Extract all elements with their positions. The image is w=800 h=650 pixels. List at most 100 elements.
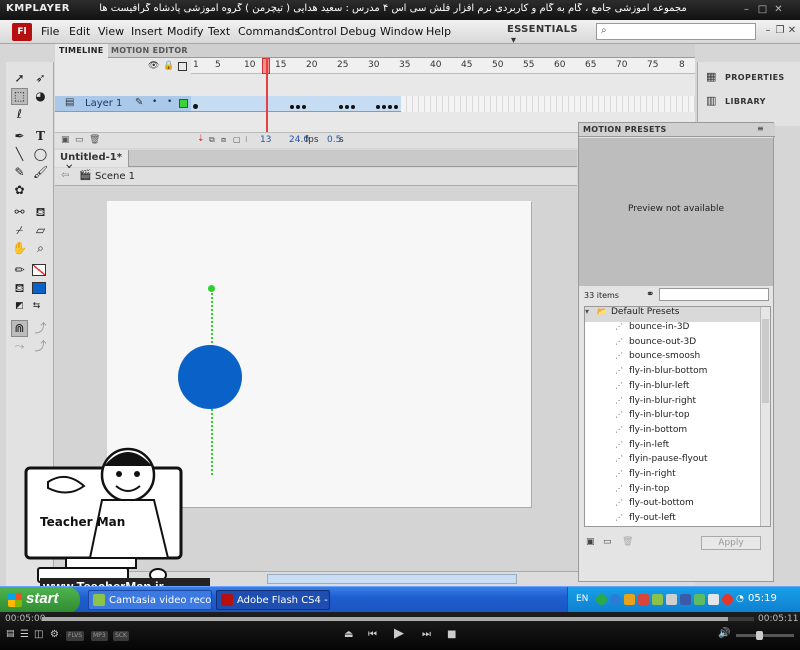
workspace-switcher[interactable]: ESSENTIALS ▾ xyxy=(507,24,585,46)
menu-control[interactable]: Control xyxy=(297,25,337,38)
text-tool-icon[interactable]: T xyxy=(32,128,49,145)
onion-outline-icon[interactable]: ⧈ xyxy=(221,135,226,145)
start-button[interactable]: start xyxy=(0,587,80,613)
tray-icon[interactable] xyxy=(638,594,649,605)
eyedropper-tool-icon[interactable]: ⌿ xyxy=(11,222,28,239)
bone-tool-icon[interactable]: ⚯ xyxy=(11,204,28,221)
play-icon[interactable]: ▶ xyxy=(394,626,404,641)
lock-dot-icon[interactable]: • xyxy=(167,97,172,107)
list-item[interactable]: ⋰ flyin-pause-flyout xyxy=(585,454,760,469)
previous-icon[interactable]: ⏮ xyxy=(368,629,377,640)
menu-view[interactable]: View xyxy=(98,25,124,38)
selection-tool-icon[interactable]: ➚ xyxy=(11,70,28,87)
preset-filter-input[interactable] xyxy=(659,288,769,301)
motion-presets-header[interactable]: MOTION PRESETS ≡ xyxy=(579,123,775,137)
center-frame-icon[interactable]: ⇣ xyxy=(197,134,205,144)
menu-commands[interactable]: Commands xyxy=(238,25,300,38)
language-indicator[interactable]: EN xyxy=(576,594,588,604)
apply-button[interactable]: Apply xyxy=(701,536,761,550)
line-tool-icon[interactable]: ╲ xyxy=(11,146,28,163)
keyframe[interactable] xyxy=(345,105,349,109)
scene-name[interactable]: Scene 1 xyxy=(95,171,135,182)
menu-edit[interactable]: Edit xyxy=(69,25,90,38)
eye-icon[interactable]: 👁 xyxy=(148,61,159,71)
current-frame[interactable]: 13 xyxy=(260,135,271,145)
properties-panel-button[interactable]: ▦ PROPERTIES xyxy=(706,70,785,88)
snap-icon[interactable]: ⤴ xyxy=(32,320,49,337)
deco-tool-icon[interactable]: ✿ xyxy=(11,182,28,199)
list-item[interactable]: ⋰ bounce-in-3D xyxy=(585,322,760,337)
library-panel-button[interactable]: ▥ LIBRARY xyxy=(706,94,766,112)
player-minimize-icon[interactable]: – xyxy=(740,3,753,16)
zoom-tool-icon[interactable]: ⌕ xyxy=(32,240,49,257)
new-layer-icon[interactable]: ▣ xyxy=(61,135,70,145)
volume-slider[interactable] xyxy=(736,631,794,640)
list-item[interactable]: ⋰ fly-in-right xyxy=(585,469,760,484)
system-clock[interactable]: 05:19 xyxy=(748,593,777,604)
onion-markers-icon[interactable]: ⁝ xyxy=(245,135,248,144)
fill-color-icon[interactable]: ⛾ xyxy=(11,280,28,297)
save-preset-icon[interactable]: ▣ xyxy=(586,537,595,547)
list-item[interactable]: ⋰ fly-out-left xyxy=(585,513,760,526)
tray-icon[interactable] xyxy=(596,594,607,605)
list-item[interactable]: ⋰ fly-in-blur-right xyxy=(585,396,760,411)
brush-tool-icon[interactable]: 🖌 xyxy=(32,164,49,181)
trash-icon[interactable]: 🗑 xyxy=(89,135,100,145)
keyframe[interactable] xyxy=(376,105,380,109)
paint-bucket-tool-icon[interactable]: ⛾ xyxy=(32,204,49,221)
next-icon[interactable]: ⏭ xyxy=(422,629,431,640)
object-drawing-icon[interactable]: ⋒ xyxy=(11,320,28,337)
keyframe[interactable] xyxy=(382,105,386,109)
onion-skin-icon[interactable]: ⧉ xyxy=(209,135,215,145)
close-icon[interactable]: ✕ xyxy=(786,25,798,37)
keyframe[interactable] xyxy=(193,104,198,109)
document-tab[interactable]: Untitled-1* ✕ xyxy=(55,150,129,174)
menu-icon[interactable]: ▤ xyxy=(6,629,15,639)
list-item[interactable]: ⋰ fly-in-blur-bottom xyxy=(585,366,760,381)
tween-span[interactable] xyxy=(191,96,401,112)
keyframe[interactable] xyxy=(388,105,392,109)
tray-icon[interactable] xyxy=(624,594,635,605)
keyframe[interactable] xyxy=(296,105,300,109)
outline-icon[interactable] xyxy=(178,62,187,71)
back-arrow-icon[interactable]: ⇦ xyxy=(61,170,69,181)
tab-timeline[interactable]: TIMELINE xyxy=(55,44,108,58)
taskbar-item-flash[interactable]: Adobe Flash CS4 - Un... xyxy=(216,590,330,610)
scrollbar-thumb[interactable] xyxy=(762,319,769,403)
hand-tool-icon[interactable]: ✋ xyxy=(11,240,28,257)
tray-icon[interactable] xyxy=(680,594,691,605)
panel-menu-icon[interactable]: ≡ xyxy=(757,124,764,133)
keyframe[interactable] xyxy=(290,105,294,109)
visibility-dot-icon[interactable]: • xyxy=(152,97,157,107)
3d-rotation-tool-icon[interactable]: ◕ xyxy=(32,88,49,105)
eraser-tool-icon[interactable]: ▱ xyxy=(32,222,49,239)
volume-knob[interactable] xyxy=(756,631,763,640)
trash-icon[interactable]: 🗑 xyxy=(622,537,633,547)
list-item[interactable]: ⋰ fly-out-bottom xyxy=(585,498,760,513)
smooth-icon[interactable]: ⤳ xyxy=(11,338,28,355)
path-end-handle[interactable] xyxy=(208,285,215,292)
menu-debug[interactable]: Debug xyxy=(340,25,376,38)
lasso-tool-icon[interactable]: ℓ xyxy=(11,106,28,123)
fill-color-swatch[interactable] xyxy=(32,282,46,294)
preset-list-scrollbar[interactable] xyxy=(760,307,770,526)
blue-circle-symbol[interactable] xyxy=(178,345,242,409)
list-item[interactable]: ⋰ fly-in-blur-top xyxy=(585,410,760,425)
stop-icon[interactable]: ■ xyxy=(447,629,456,640)
expand-arrow-icon[interactable]: ▾ xyxy=(585,307,597,316)
list-item[interactable]: ⋰ bounce-smoosh xyxy=(585,351,760,366)
empty-frames[interactable] xyxy=(401,96,695,112)
lock-icon[interactable]: 🔒 xyxy=(163,61,174,71)
list-item[interactable]: ⋰ fly-in-top xyxy=(585,484,760,499)
seek-bar[interactable] xyxy=(42,617,754,621)
menu-insert[interactable]: Insert xyxy=(131,25,163,38)
speaker-icon[interactable] xyxy=(666,594,677,605)
minimize-icon[interactable]: – xyxy=(762,25,774,37)
menu-window[interactable]: Window xyxy=(380,25,423,38)
stroke-color-icon[interactable]: ✏ xyxy=(11,262,28,279)
scrollbar-thumb[interactable] xyxy=(267,574,517,584)
pencil-tool-icon[interactable]: ✎ xyxy=(11,164,28,181)
playlist-icon[interactable]: ☰ xyxy=(20,629,29,640)
layer-name-cell[interactable]: ▤ Layer 1 ✎ • • xyxy=(55,96,191,112)
3d-icon[interactable]: ◫ xyxy=(34,629,43,640)
